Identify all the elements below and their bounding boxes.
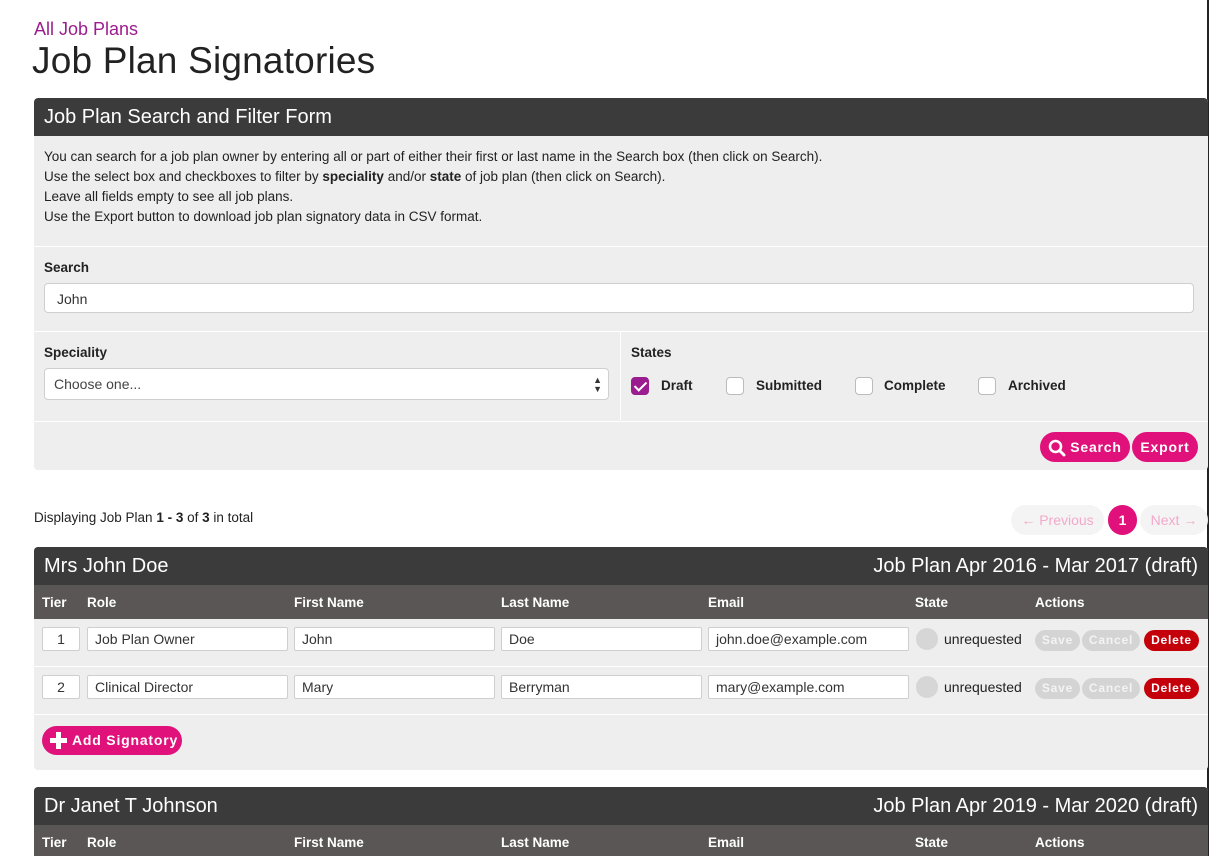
filter-form-instructions: You can search for a job plan owner by e… [44, 147, 822, 227]
state-indicator-icon [916, 676, 938, 698]
pagination-previous[interactable]: ← Previous [1011, 505, 1104, 535]
all-job-plans-link[interactable]: All Job Plans [34, 19, 138, 40]
last-name-input[interactable]: Doe [501, 627, 702, 651]
states-label: States [631, 345, 672, 360]
search-label: Search [44, 260, 90, 275]
col-actions: Actions [1035, 835, 1085, 850]
col-email: Email [708, 595, 745, 610]
instruction-text: Use the select box and checkboxes to fil… [44, 169, 323, 184]
state-complete-checkbox[interactable] [855, 377, 873, 395]
col-state: State [915, 835, 949, 850]
first-name-input[interactable]: Mary [294, 675, 495, 699]
col-first-name: First Name [294, 595, 364, 610]
state-archived-checkbox[interactable] [978, 377, 996, 395]
add-signatory-label: Add Signatory [72, 732, 179, 748]
search-input[interactable]: John [44, 283, 1194, 313]
col-first-name: First Name [294, 835, 364, 850]
job-plan-card: Dr Janet T Johnson Job Plan Apr 2019 - M… [34, 787, 1208, 856]
signatory-row: 1 Job Plan Owner John Doe john.doe@examp… [34, 619, 1208, 666]
speciality-selected-value: Choose one... [54, 376, 142, 392]
email-input[interactable]: mary@example.com [708, 675, 909, 699]
col-actions: Actions [1035, 595, 1085, 610]
signatory-table-header: Tier Role First Name Last Name Email Sta… [34, 585, 1208, 619]
search-button-label: Search [1070, 439, 1122, 455]
job-plan-owner: Dr Janet T Johnson [44, 795, 218, 817]
signatory-table-header: Tier Role First Name Last Name Email Sta… [34, 825, 1208, 856]
last-name-input[interactable]: Berryman [501, 675, 702, 699]
job-plan-header: Mrs John Doe Job Plan Apr 2016 - Mar 201… [34, 547, 1208, 585]
speciality-select[interactable]: Choose one... ▲ ▼ [44, 368, 609, 400]
col-last-name: Last Name [501, 595, 570, 610]
cancel-button[interactable]: Cancel [1082, 678, 1140, 699]
results-text: in total [209, 510, 254, 525]
search-filter-form: Job Plan Search and Filter Form You can … [34, 98, 1208, 470]
signatory-state: unrequested [944, 631, 1022, 647]
delete-button[interactable]: Delete [1144, 630, 1199, 651]
col-role: Role [87, 595, 117, 610]
state-draft-label: Draft [661, 378, 693, 393]
form-divider [34, 421, 1208, 422]
col-email: Email [708, 835, 745, 850]
first-name-input[interactable]: John [294, 627, 495, 651]
search-icon [1048, 439, 1066, 457]
state-submitted-label: Submitted [756, 378, 822, 393]
select-arrows-icon: ▲ ▼ [593, 375, 602, 394]
search-button[interactable]: Search [1040, 432, 1130, 462]
form-column-divider [620, 332, 621, 420]
col-tier: Tier [42, 835, 67, 850]
pagination-page-1[interactable]: 1 [1108, 505, 1137, 535]
state-complete-label: Complete [884, 378, 946, 393]
page-title: Job Plan Signatories [32, 40, 376, 81]
state-draft-checkbox[interactable] [631, 377, 649, 395]
results-total: 3 [202, 510, 210, 525]
col-state: State [915, 595, 949, 610]
export-button[interactable]: Export [1132, 432, 1198, 462]
instruction-line: Use the Export button to download job pl… [44, 209, 483, 224]
col-role: Role [87, 835, 117, 850]
job-plan-header: Dr Janet T Johnson Job Plan Apr 2019 - M… [34, 787, 1208, 825]
instruction-text: of job plan (then click on Search). [461, 169, 666, 184]
col-last-name: Last Name [501, 835, 570, 850]
col-tier: Tier [42, 595, 67, 610]
instruction-text: and/or [383, 169, 430, 184]
tier-input[interactable]: 2 [42, 675, 80, 699]
results-text: of [183, 510, 203, 525]
filter-form-title: Job Plan Search and Filter Form [34, 98, 1208, 136]
instruction-bold-text: state [429, 169, 462, 184]
save-button[interactable]: Save [1035, 678, 1080, 699]
tier-input[interactable]: 1 [42, 627, 80, 651]
save-button[interactable]: Save [1035, 630, 1080, 651]
instruction-bold-text: speciality [322, 169, 384, 184]
form-divider [34, 246, 1208, 247]
speciality-label: Speciality [44, 345, 108, 360]
plus-icon [50, 732, 67, 749]
signatory-row: 2 Clinical Director Mary Berryman mary@e… [34, 666, 1208, 714]
state-indicator-icon [916, 628, 938, 650]
instruction-line: Leave all fields empty to see all job pl… [44, 189, 294, 204]
pagination-next[interactable]: Next → [1140, 505, 1208, 535]
job-plan-owner: Mrs John Doe [44, 555, 169, 577]
add-signatory-button[interactable]: Add Signatory [42, 726, 182, 755]
job-plan-period: Job Plan Apr 2019 - Mar 2020 (draft) [873, 795, 1198, 817]
state-submitted-checkbox[interactable] [726, 377, 744, 395]
results-range: 1 - 3 [156, 510, 184, 525]
form-divider [34, 331, 1208, 332]
delete-button[interactable]: Delete [1144, 678, 1199, 699]
instruction-line: You can search for a job plan owner by e… [44, 149, 823, 164]
signatory-state: unrequested [944, 679, 1022, 695]
job-plan-period: Job Plan Apr 2016 - Mar 2017 (draft) [873, 555, 1198, 577]
cancel-button[interactable]: Cancel [1082, 630, 1140, 651]
role-input[interactable]: Clinical Director [87, 675, 288, 699]
job-plan-card: Mrs John Doe Job Plan Apr 2016 - Mar 201… [34, 547, 1208, 770]
email-input[interactable]: john.doe@example.com [708, 627, 909, 651]
role-input[interactable]: Job Plan Owner [87, 627, 288, 651]
instruction-line: Use the select box and checkboxes to fil… [44, 167, 822, 187]
results-text: Displaying Job Plan [34, 510, 157, 525]
add-signatory-row: Add Signatory [34, 714, 1208, 770]
state-archived-label: Archived [1008, 378, 1066, 393]
results-summary: Displaying Job Plan 1 - 3 of 3 in total [34, 510, 253, 525]
